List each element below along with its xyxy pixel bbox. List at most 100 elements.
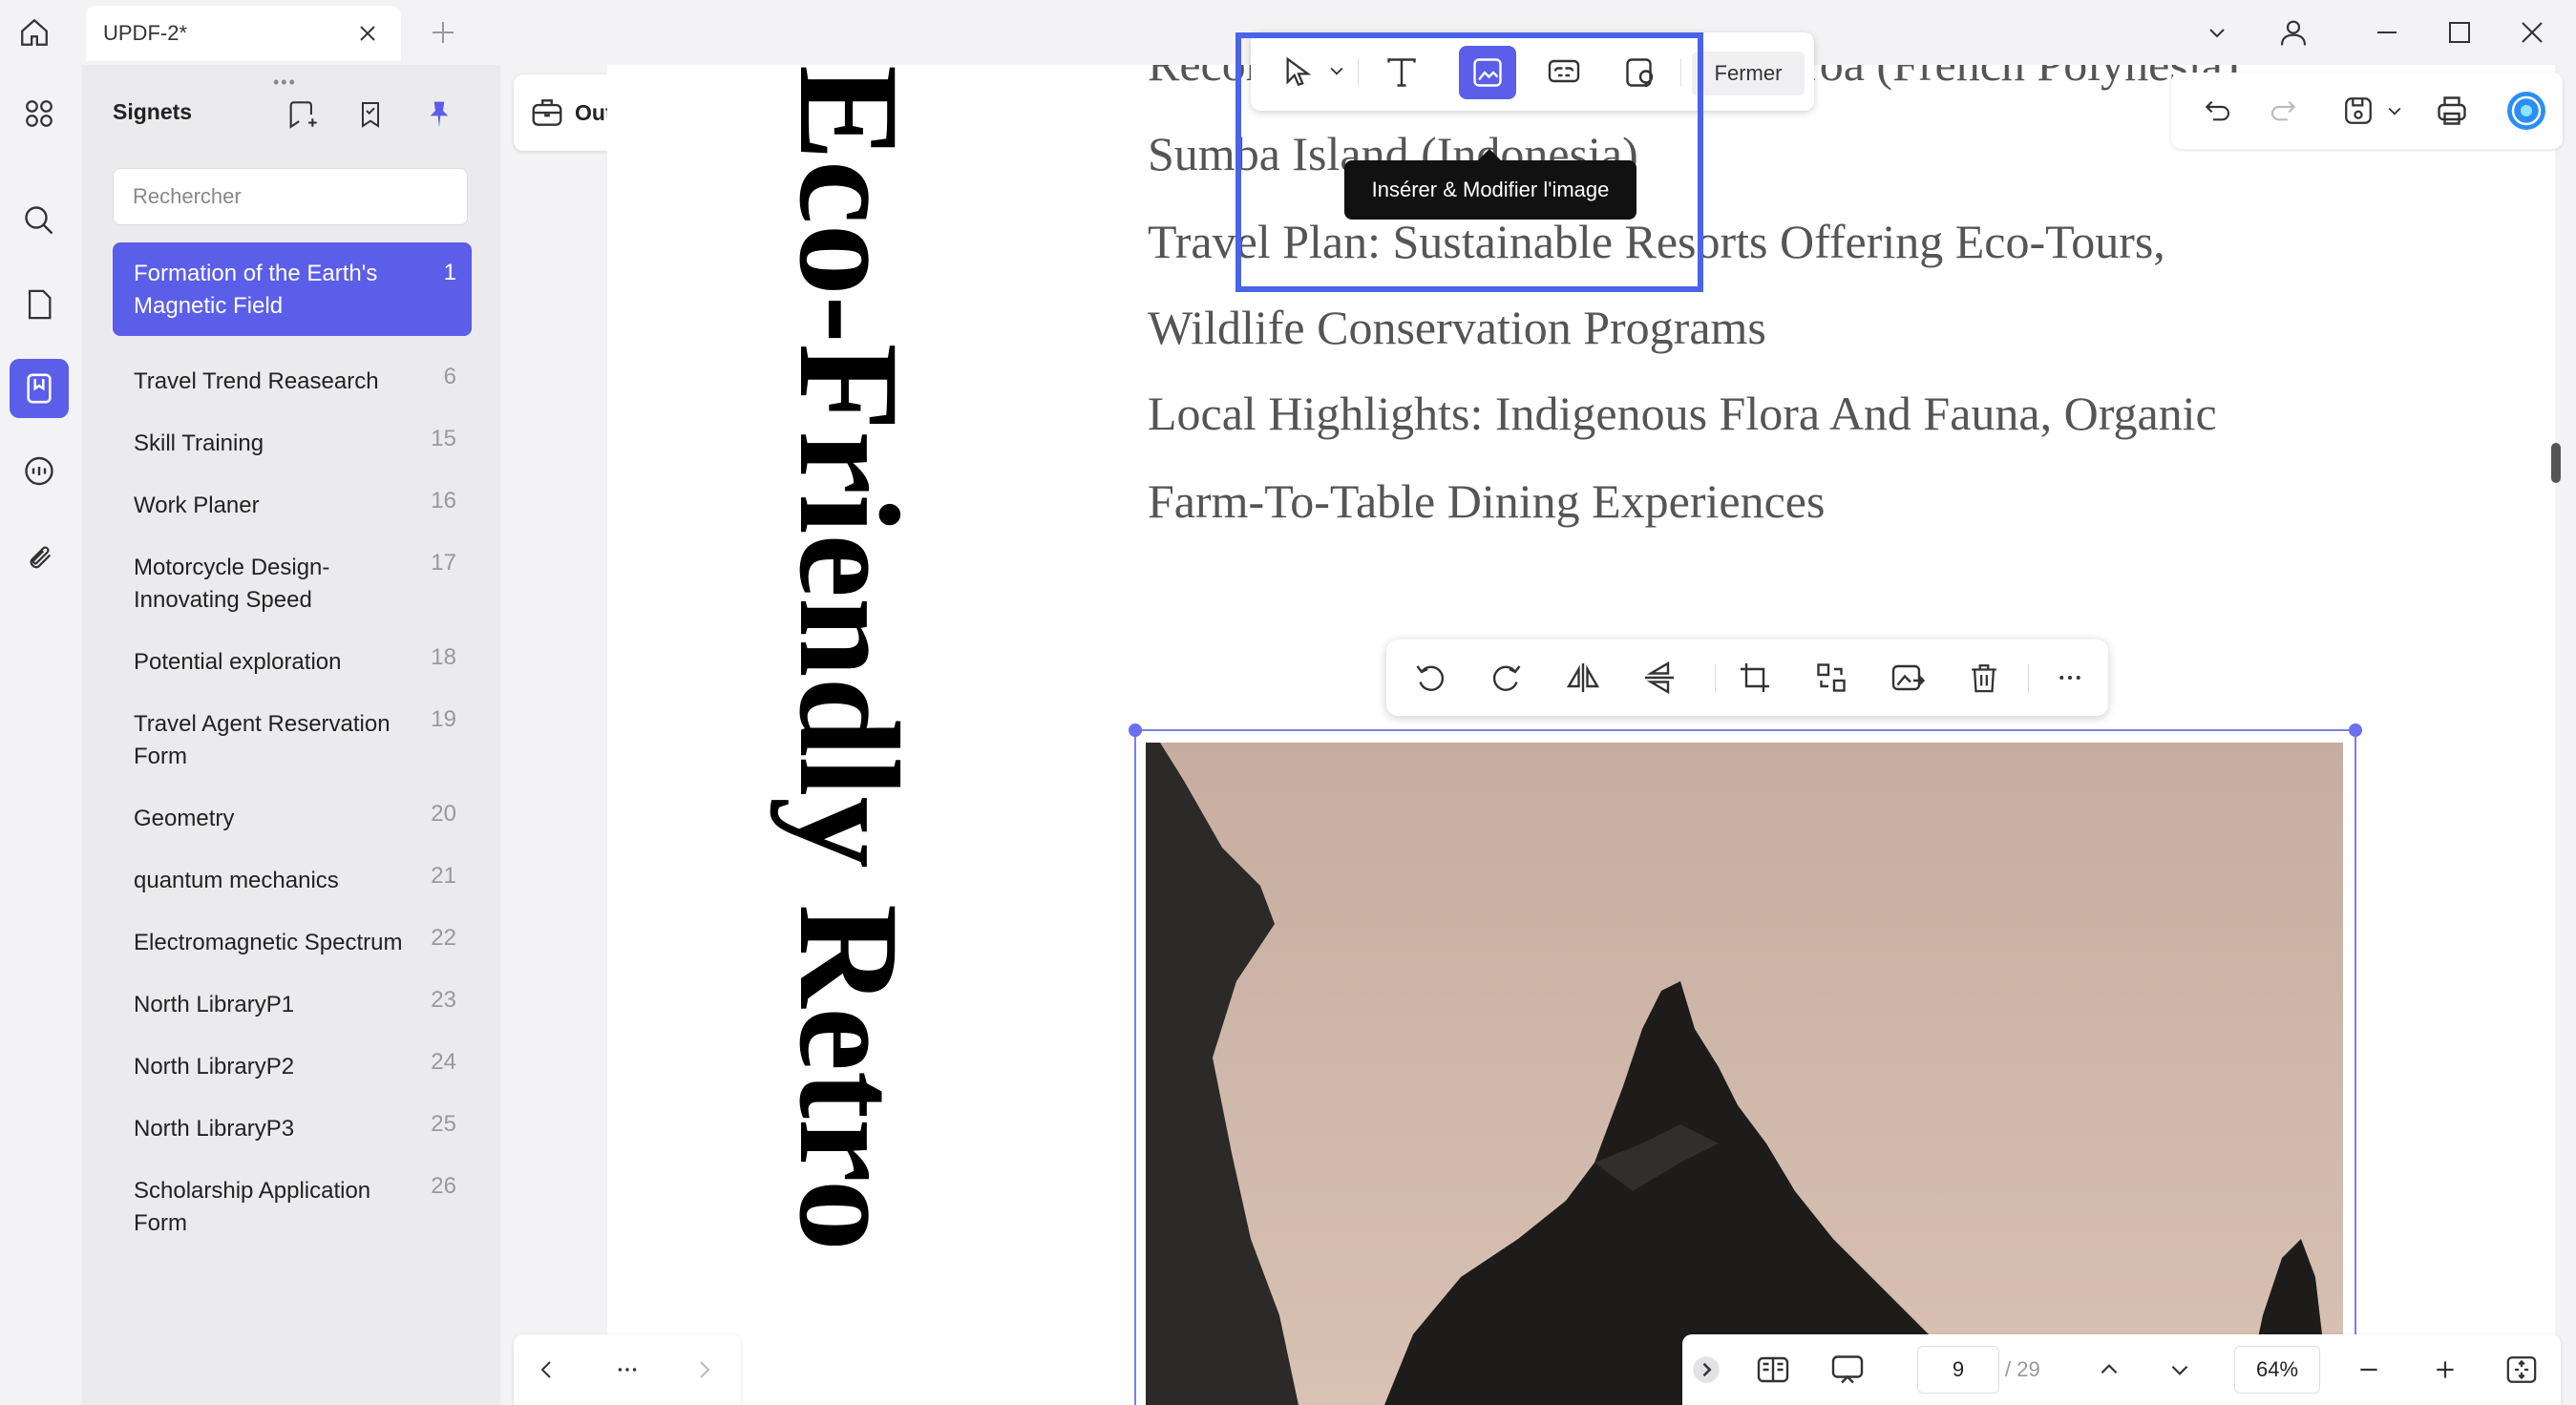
- close-edit-button[interactable]: Fermer: [1692, 52, 1805, 95]
- document-tab[interactable]: UPDF-2*: [86, 6, 401, 61]
- collapse-bar-button[interactable]: [1682, 1346, 1730, 1394]
- bookmark-item[interactable]: Work Planer 16: [113, 471, 472, 522]
- separator: [2028, 664, 2029, 693]
- next-button[interactable]: [680, 1346, 728, 1394]
- chevron-right-circle-icon: [1693, 1356, 1720, 1383]
- thumbnails-button[interactable]: [10, 84, 69, 143]
- add-bookmark-button[interactable]: [279, 92, 325, 137]
- flip-horizontal-button[interactable]: [1556, 653, 1610, 702]
- resize-handle[interactable]: [2349, 723, 2362, 737]
- redo-button[interactable]: [2259, 86, 2309, 136]
- bookmark-label: Motorcycle Design-Innovating Speed: [134, 555, 330, 613]
- close-icon: [360, 26, 375, 41]
- bookmark-item[interactable]: Geometry 20: [113, 784, 472, 835]
- minimize-button[interactable]: [2362, 8, 2412, 57]
- more-button[interactable]: [603, 1346, 651, 1394]
- search-button[interactable]: [10, 191, 69, 250]
- flip-vertical-button[interactable]: [1633, 653, 1686, 702]
- extract-image-button[interactable]: [1881, 653, 1934, 702]
- page-text-line[interactable]: Local Highlights: Indigenous Flora And F…: [1148, 386, 2217, 441]
- pin-icon: [430, 101, 449, 128]
- next-page-button[interactable]: [2156, 1346, 2204, 1394]
- new-tab-button[interactable]: [422, 11, 464, 53]
- plus-icon: [433, 22, 454, 43]
- attachments-button[interactable]: [10, 527, 69, 586]
- bookmark-label: Geometry: [134, 806, 235, 831]
- chevron-down-icon: [2209, 29, 2225, 38]
- save-dropdown[interactable]: [2385, 101, 2404, 120]
- bookmark-list: Formation of the Earth's Magnetic Field 1…: [113, 242, 472, 1240]
- page-layout-button[interactable]: [1749, 1346, 1797, 1394]
- replace-image-button[interactable]: [1805, 653, 1858, 702]
- zoom-in-button[interactable]: [2421, 1346, 2469, 1394]
- delete-image-button[interactable]: [1957, 653, 2011, 702]
- add-bookmark-icon: [289, 101, 317, 129]
- bookmark-item[interactable]: quantum mechanics 21: [113, 846, 472, 897]
- bottom-bar: / 29 64%: [1682, 1334, 2561, 1405]
- bookmark-item[interactable]: Scholarship Application Form 26: [113, 1156, 472, 1240]
- bookmarks-button[interactable]: [10, 359, 69, 418]
- bookmark-page-number: 22: [431, 925, 456, 951]
- save-icon: [2345, 97, 2372, 124]
- maximize-icon: [2449, 22, 2470, 43]
- bookmark-item[interactable]: Travel Trend Reasearch 6: [113, 346, 472, 398]
- bookmark-label: Work Planer: [134, 493, 260, 518]
- left-rail: [0, 65, 82, 1405]
- page-text-line[interactable]: Wildlife Conservation Programs: [1148, 300, 1766, 355]
- presentation-button[interactable]: [1824, 1346, 1871, 1394]
- page-navigation: [514, 1334, 741, 1405]
- vertical-scrollbar[interactable]: [2551, 443, 2561, 483]
- ai-assistant-button[interactable]: [2502, 86, 2551, 136]
- home-icon: [21, 18, 48, 46]
- bookmark-item[interactable]: North LibraryP1 23: [113, 970, 472, 1021]
- bookmark-page-number: 19: [431, 706, 456, 732]
- minus-icon: [2360, 1368, 2377, 1372]
- ai-assistant-icon: [2507, 92, 2545, 130]
- pin-panel-button[interactable]: [416, 92, 462, 137]
- redo-icon: [2270, 100, 2296, 121]
- bookmark-item[interactable]: North LibraryP3 25: [113, 1094, 472, 1145]
- bookmark-item[interactable]: Skill Training 15: [113, 409, 472, 460]
- fit-page-button[interactable]: [2498, 1346, 2545, 1394]
- page-text-line[interactable]: Farm-To-Table Dining Experiences: [1148, 473, 1825, 529]
- rotate-right-button[interactable]: [1480, 653, 1533, 702]
- previous-button[interactable]: [523, 1346, 571, 1394]
- home-button[interactable]: [11, 10, 57, 55]
- print-button[interactable]: [2427, 86, 2477, 136]
- save-button[interactable]: [2333, 86, 2383, 136]
- bookmark-item[interactable]: Potential exploration 18: [113, 627, 472, 679]
- image-selection-frame[interactable]: [1129, 723, 2362, 1405]
- account-button[interactable]: [2269, 8, 2318, 57]
- bookmark-options-button[interactable]: [348, 92, 393, 137]
- close-tab-button[interactable]: [351, 17, 384, 50]
- bookmark-item[interactable]: Travel Agent Reservation Form 19: [113, 689, 472, 773]
- close-icon: [2522, 22, 2543, 43]
- current-page-input[interactable]: [1917, 1346, 1999, 1394]
- trash-icon: [1972, 664, 1996, 693]
- crop-button[interactable]: [1728, 653, 1782, 702]
- pages-button[interactable]: [10, 275, 69, 334]
- tabs-dropdown-button[interactable]: [2192, 8, 2242, 57]
- panel-grip[interactable]: •••: [273, 73, 297, 93]
- undo-button[interactable]: [2192, 86, 2242, 136]
- total-pages: / 29: [2005, 1357, 2040, 1381]
- maximize-button[interactable]: [2435, 8, 2484, 57]
- bookmark-item[interactable]: Formation of the Earth's Magnetic Field 1: [113, 242, 472, 336]
- zoom-out-button[interactable]: [2345, 1346, 2393, 1394]
- more-options-button[interactable]: [2043, 653, 2097, 702]
- comments-button[interactable]: [10, 443, 69, 502]
- resize-handle[interactable]: [1129, 723, 1142, 737]
- rotate-left-button[interactable]: [1404, 653, 1457, 702]
- bookmark-item[interactable]: Motorcycle Design-Innovating Speed 17: [113, 533, 472, 617]
- bookmark-item[interactable]: Electromagnetic Spectrum 22: [113, 908, 472, 959]
- bookmark-icon: [27, 373, 52, 404]
- replace-icon: [1817, 663, 1846, 692]
- user-icon: [2280, 20, 2307, 46]
- previous-page-button[interactable]: [2085, 1346, 2133, 1394]
- window-close-button[interactable]: [2507, 8, 2557, 57]
- bookmark-page-number: 25: [431, 1111, 456, 1137]
- zoom-level[interactable]: 64%: [2234, 1346, 2320, 1394]
- bookmark-search-input[interactable]: [113, 168, 468, 225]
- vertical-title[interactable]: Eco-Friendly Retro: [770, 65, 928, 1251]
- bookmark-item[interactable]: North LibraryP2 24: [113, 1032, 472, 1083]
